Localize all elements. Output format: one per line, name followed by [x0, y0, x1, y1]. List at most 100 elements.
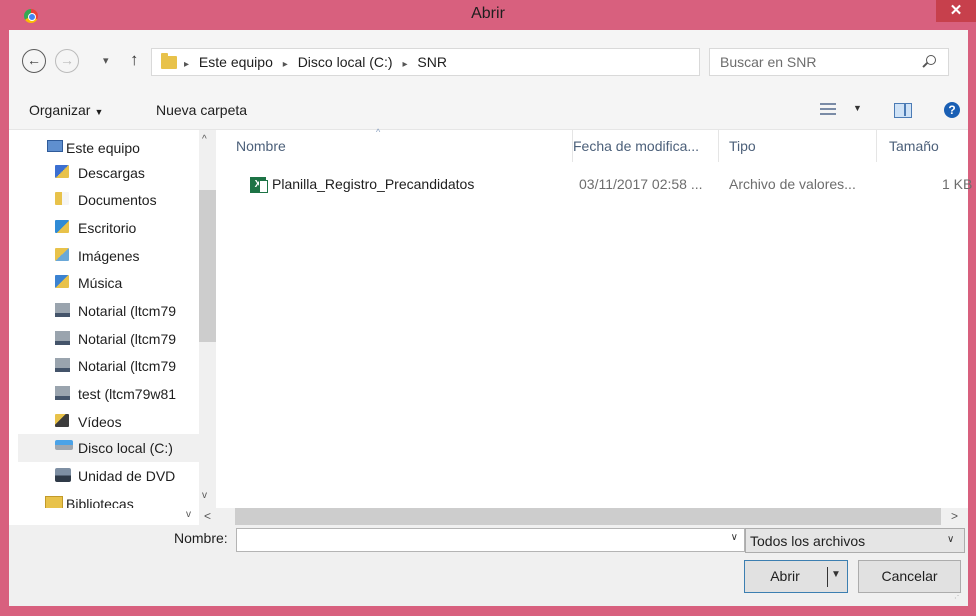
dialog-client: ← → ▾ ↑ ▸ Este equipo ▸ Disco local (C:)… [9, 30, 972, 606]
documents-folder-icon [55, 192, 69, 205]
help-icon[interactable]: ? [944, 102, 960, 118]
open-button[interactable]: Abrir ▼ [744, 560, 848, 593]
scrollbar-thumb[interactable] [199, 190, 216, 342]
nav-item-documentos[interactable]: Documentos [9, 186, 199, 214]
navigation-pane: Este equipo Descargas Documentos Escrito… [9, 130, 216, 508]
nav-item-label: Documentos [78, 192, 157, 208]
window-title: Abrir [471, 5, 505, 22]
nav-item-notarial-3[interactable]: Notarial (ltcm79 [9, 352, 199, 380]
network-drive-icon [55, 358, 70, 372]
nav-item-unidad-dvd[interactable]: Unidad de DVD [9, 462, 199, 490]
nav-item-label: test (ltcm79w81 [78, 386, 177, 402]
chevron-down-icon: ∨ [947, 534, 955, 545]
file-date: 03/11/2017 02:58 ... [579, 176, 703, 192]
downloads-folder-icon [55, 165, 69, 178]
videos-folder-icon [55, 414, 69, 427]
view-options-dropdown[interactable]: ▼ [853, 103, 862, 113]
music-folder-icon [55, 275, 69, 288]
address-row: ← → ▾ ↑ ▸ Este equipo ▸ Disco local (C:)… [9, 30, 968, 90]
folder-icon [161, 53, 177, 69]
nav-item-label: Escritorio [78, 220, 137, 236]
horizontal-scrollbar[interactable]: v < > [186, 508, 968, 525]
file-type: Archivo de valores... [729, 176, 856, 192]
file-type-filter[interactable]: Todos los archivos ∨ [745, 528, 965, 553]
libraries-icon [45, 496, 63, 508]
close-button[interactable]: ✕ [936, 0, 976, 22]
breadcrumb-snr[interactable]: SNR [417, 54, 447, 70]
chevron-down-icon: ▼ [94, 107, 104, 117]
forward-button[interactable]: → [55, 49, 79, 73]
nav-item-label: Unidad de DVD [78, 468, 176, 484]
file-size: 1 KB [942, 176, 973, 192]
new-folder-button[interactable]: Nueva carpeta [156, 102, 247, 118]
up-button[interactable]: ↑ [130, 50, 139, 70]
pictures-folder-icon [55, 248, 69, 261]
organize-button[interactable]: Organizar ▼ [29, 102, 103, 118]
breadcrumb-separator-icon: ▸ [184, 59, 190, 70]
dialog-footer: Nombre: ∨ Todos los archivos ∨ Abrir ▼ C… [9, 525, 968, 606]
nav-item-videos[interactable]: Vídeos [9, 408, 199, 436]
nav-item-bibliotecas[interactable]: Bibliotecas [9, 490, 199, 508]
column-header-tipo[interactable]: Tipo [719, 130, 877, 162]
network-drive-icon [55, 386, 70, 400]
split-divider [827, 567, 828, 587]
filename-input[interactable] [237, 529, 717, 551]
breadcrumb-este-equipo[interactable]: Este equipo [199, 54, 273, 70]
address-bar[interactable]: ▸ Este equipo ▸ Disco local (C:) ▸ SNR ∨… [151, 48, 846, 76]
chevron-down-icon[interactable]: ∨ [731, 532, 738, 543]
scroll-down-icon[interactable]: v [186, 509, 191, 520]
resize-grip-icon[interactable]: ⋰ [954, 591, 962, 600]
scroll-down-icon[interactable]: v [202, 490, 207, 501]
file-list: Nombre ^ Fecha de modifica... Tipo Tamaño… [216, 127, 972, 508]
nav-item-imagenes[interactable]: Imágenes [9, 242, 199, 270]
nav-item-notarial-1[interactable]: Notarial (ltcm79 [9, 297, 199, 325]
preview-pane-icon[interactable] [894, 103, 912, 118]
network-drive-icon [55, 331, 70, 345]
scrollbar-thumb[interactable] [235, 508, 941, 525]
column-label: Nombre [236, 138, 286, 154]
breadcrumb-disco-local[interactable]: Disco local (C:) [298, 54, 393, 70]
command-toolbar: Organizar ▼ Nueva carpeta ▼ ? [9, 90, 968, 130]
file-type-filter-value: Todos los archivos [750, 533, 866, 549]
nav-item-label: Música [78, 275, 123, 291]
scroll-right-icon[interactable]: > [951, 509, 958, 523]
cancel-button[interactable]: Cancelar [858, 560, 961, 593]
nav-item-label: Vídeos [78, 414, 122, 430]
nav-item-musica[interactable]: Música [9, 269, 199, 297]
scroll-up-icon[interactable]: ^ [202, 134, 207, 145]
scroll-left-icon[interactable]: < [204, 509, 211, 523]
change-view-icon[interactable] [820, 102, 836, 116]
recent-locations-button[interactable]: ▾ [103, 54, 109, 67]
nav-item-este-equipo[interactable]: Este equipo [9, 134, 199, 162]
column-header-tamano[interactable]: Tamaño [877, 130, 968, 162]
search-icon[interactable] [926, 55, 936, 65]
dialog-window: Abrir ✕ ← → ▾ ↑ ▸ Este equipo ▸ Disco lo… [0, 0, 976, 616]
file-row[interactable]: X Planilla_Registro_Precandidatos 03/11/… [239, 174, 972, 196]
column-header-nombre[interactable]: Nombre ^ [216, 127, 573, 162]
nav-item-escritorio[interactable]: Escritorio [9, 214, 199, 242]
search-input[interactable] [710, 49, 920, 75]
title-bar[interactable]: Abrir ✕ [0, 0, 976, 30]
nav-item-disco-local[interactable]: Disco local (C:) [18, 434, 199, 462]
nav-item-label: Notarial (ltcm79 [78, 358, 177, 374]
desktop-folder-icon [55, 220, 69, 233]
nav-item-test[interactable]: test (ltcm79w81 [9, 380, 199, 408]
organize-label: Organizar [29, 102, 91, 118]
search-box[interactable] [709, 48, 949, 76]
open-button-label: Abrir [770, 568, 800, 584]
nav-item-descargas[interactable]: Descargas [9, 159, 199, 187]
open-options-dropdown[interactable]: ▼ [831, 569, 841, 580]
back-button[interactable]: ← [22, 49, 46, 73]
breadcrumb-separator-icon[interactable]: ▸ [283, 59, 288, 70]
nav-pane-scrollbar[interactable]: ^ v [199, 130, 216, 508]
breadcrumb-separator-icon[interactable]: ▸ [402, 59, 407, 70]
nav-item-label: Imágenes [78, 248, 140, 264]
column-header-fecha[interactable]: Fecha de modifica... [559, 130, 719, 162]
sort-ascending-icon: ^ [376, 127, 381, 137]
excel-csv-icon: X [250, 177, 268, 193]
filename-combobox[interactable]: ∨ [236, 528, 745, 552]
nav-item-notarial-2[interactable]: Notarial (ltcm79 [9, 325, 199, 353]
nav-item-label: Notarial (ltcm79 [78, 303, 177, 319]
file-name: Planilla_Registro_Precandidatos [272, 176, 475, 192]
nav-item-label: Notarial (ltcm79 [78, 331, 177, 347]
